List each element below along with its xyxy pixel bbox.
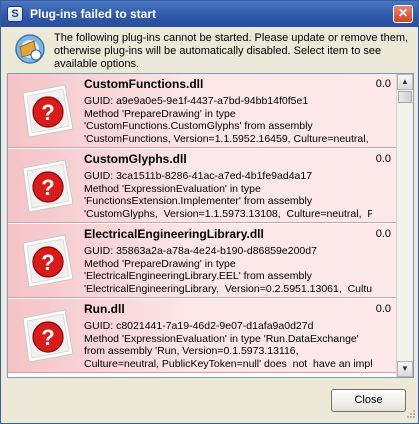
title-close-button[interactable]: ✕ bbox=[393, 5, 413, 23]
title-bar[interactable]: S Plug-ins failed to start ✕ bbox=[1, 1, 418, 27]
failed-plugins-list[interactable]: ? CustomFunctions.dll 0.0 GUID: a9e9a0e5… bbox=[7, 73, 414, 378]
plugin-version: 0.0 bbox=[375, 78, 391, 90]
app-logo-icon: S bbox=[7, 6, 23, 22]
plugin-question-icon: ? bbox=[22, 84, 74, 138]
svg-text:?: ? bbox=[41, 100, 54, 125]
plugin-item-customfunctions[interactable]: ? CustomFunctions.dll 0.0 GUID: a9e9a0e5… bbox=[8, 74, 397, 148]
header-message: The following plug-ins cannot be started… bbox=[54, 32, 409, 70]
plugin-item-run[interactable]: ? Run.dll 0.0 GUID: c8021441-7a19-46d2-9… bbox=[8, 299, 397, 373]
plugin-question-icon: ? bbox=[22, 159, 74, 213]
plugin-question-icon: ? bbox=[22, 309, 74, 363]
scroll-thumb[interactable] bbox=[398, 91, 412, 103]
close-button[interactable]: Close bbox=[331, 389, 406, 412]
scroll-down-arrow-icon[interactable]: ▼ bbox=[397, 361, 413, 377]
plugin-warning-icon bbox=[15, 34, 45, 64]
window-title: Plug-ins failed to start bbox=[30, 7, 157, 21]
scroll-up-arrow-icon[interactable]: ▲ bbox=[397, 74, 413, 90]
plugin-version: 0.0 bbox=[375, 153, 391, 165]
plugin-details: GUID: c8021441-7a19-46d2-9e07-d1afa9a0d2… bbox=[84, 320, 372, 370]
plugin-details: GUID: a9e9a0e5-9e1f-4437-a7bd-94bb14f0f5… bbox=[84, 95, 369, 145]
plugin-version: 0.0 bbox=[375, 303, 391, 315]
resize-grip-icon[interactable] bbox=[404, 409, 416, 421]
svg-text:?: ? bbox=[41, 325, 54, 350]
plugin-name: Run.dll bbox=[84, 302, 125, 316]
plugin-item-customglyphs[interactable]: ? CustomGlyphs.dll 0.0 GUID: 3ca1511b-82… bbox=[8, 149, 397, 223]
svg-text:?: ? bbox=[41, 250, 54, 275]
svg-text:?: ? bbox=[41, 175, 54, 200]
plugin-version: 0.0 bbox=[375, 228, 391, 240]
plugin-question-icon: ? bbox=[22, 234, 74, 288]
plugin-name: CustomGlyphs.dll bbox=[84, 152, 187, 166]
plugin-item-electricalengineeringlibrary[interactable]: ? ElectricalEngineeringLibrary.dll 0.0 G… bbox=[8, 224, 397, 298]
plugin-name: ElectricalEngineeringLibrary.dll bbox=[84, 227, 264, 241]
dialog-window: S Plug-ins failed to start ✕ The followi… bbox=[0, 0, 419, 424]
vertical-scrollbar[interactable]: ▲ ▼ bbox=[396, 74, 413, 377]
plugin-name: CustomFunctions.dll bbox=[84, 77, 204, 91]
header-panel: The following plug-ins cannot be started… bbox=[2, 27, 418, 71]
plugin-details: GUID: 35863a2a-a78a-4e24-b190-d86859e200… bbox=[84, 245, 372, 295]
plugin-details: GUID: 3ca1511b-8286-41ac-a7ed-4b1fe9ad4a… bbox=[84, 170, 372, 220]
